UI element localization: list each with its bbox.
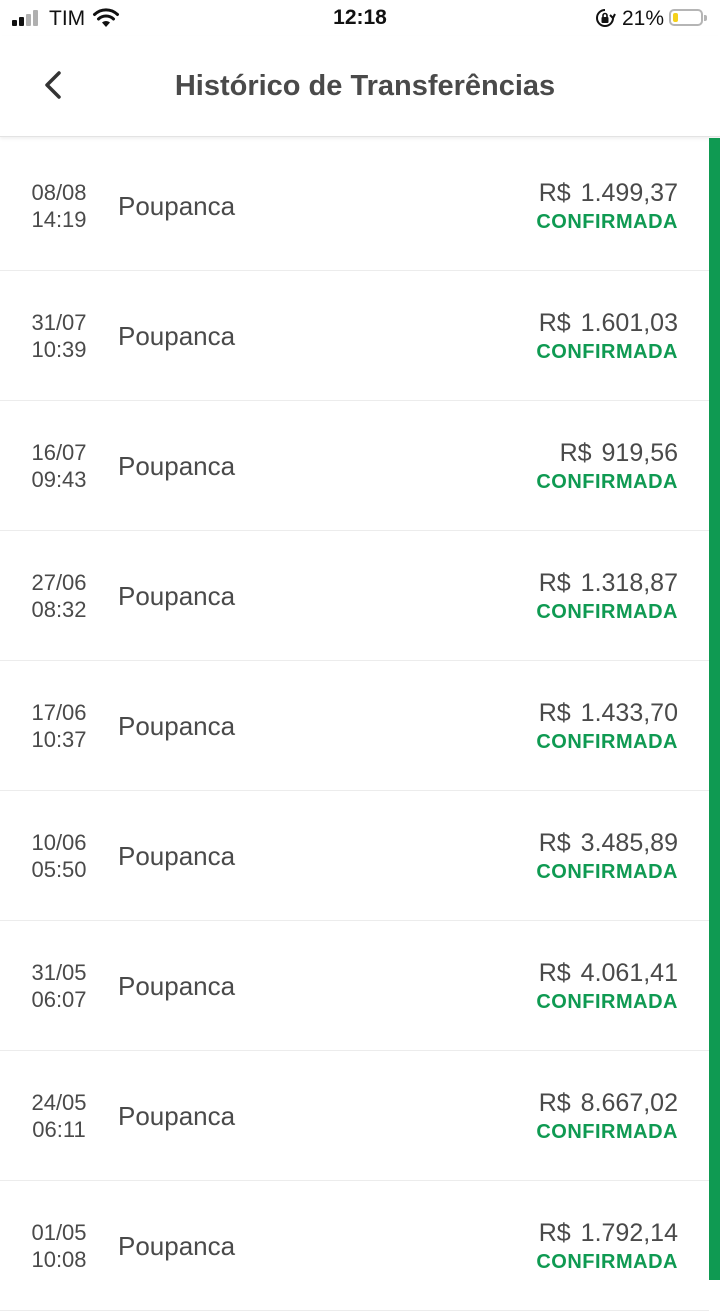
status-badge: CONFIRMADA [536, 991, 678, 1013]
currency-symbol: R$ [538, 1219, 571, 1247]
currency-symbol: R$ [538, 699, 571, 727]
status-badge: CONFIRMADA [536, 471, 678, 493]
transfer-date: 27/06 [31, 570, 87, 595]
status-badge: CONFIRMADA [536, 601, 678, 623]
transfer-date: 31/07 [31, 310, 87, 335]
amount-value: 3.485,89 [580, 829, 678, 857]
transfer-date: 10/06 [31, 830, 87, 855]
transfer-datetime: 27/06 08:32 [24, 569, 94, 623]
transfer-amount: R$ 1.601,03 [539, 309, 678, 338]
transfer-description: Poupanca [118, 1101, 236, 1131]
transfer-amount: R$ 1.792,14 [539, 1219, 678, 1248]
transfer-row[interactable]: 17/06 10:37 Poupanca R$ 1.433,70 CONFIRMADA [0, 661, 709, 791]
transfer-description: Poupanca [118, 971, 236, 1001]
transfer-date: 24/05 [31, 1090, 87, 1115]
amount-value: 1.601,03 [580, 309, 678, 337]
amount-value: 1.499,37 [580, 179, 678, 207]
scroll-indicator [709, 138, 720, 1280]
transfer-description: Poupanca [118, 321, 236, 351]
transfer-row[interactable]: 10/06 05:50 Poupanca R$ 3.485,89 CONFIRMADA [0, 791, 709, 921]
currency-symbol: R$ [538, 1089, 571, 1117]
status-bar: TIM 12:18 21% [0, 0, 720, 36]
transfer-row[interactable]: 24/05 06:11 Poupanca R$ 8.667,02 CONFIRMADA [0, 1051, 709, 1181]
transfer-row[interactable]: 27/06 08:32 Poupanca R$ 1.318,87 CONFIRMADA [0, 531, 709, 661]
currency-symbol: R$ [538, 309, 571, 337]
transfer-amount: R$ 1.318,87 [539, 569, 678, 598]
currency-symbol: R$ [538, 829, 571, 857]
transfer-time: 08:32 [31, 597, 87, 622]
transfer-datetime: 16/07 09:43 [24, 439, 94, 493]
status-badge: CONFIRMADA [536, 861, 678, 883]
transfer-amount: R$ 919,56 [560, 439, 678, 468]
transfer-description: Poupanca [118, 1231, 236, 1261]
battery-percentage: 21% [622, 7, 665, 30]
currency-symbol: R$ [538, 179, 571, 207]
amount-value: 1.792,14 [580, 1219, 678, 1247]
currency-symbol: R$ [538, 959, 571, 987]
transfer-datetime: 24/05 06:11 [24, 1089, 94, 1143]
transfer-time: 10:37 [31, 727, 87, 752]
status-badge: CONFIRMADA [536, 211, 678, 233]
transfer-datetime: 10/06 05:50 [24, 829, 94, 883]
transfer-date: 31/05 [31, 960, 87, 985]
transfer-datetime: 31/05 06:07 [24, 959, 94, 1013]
transfer-date: 16/07 [31, 440, 87, 465]
amount-value: 1.318,87 [580, 569, 678, 597]
page-title: Histórico de Transferências [174, 70, 556, 102]
transfer-description: Poupanca [118, 191, 236, 221]
status-badge: CONFIRMADA [536, 731, 678, 753]
transfer-time: 14:19 [31, 207, 87, 232]
transfer-date: 08/08 [31, 180, 87, 205]
app-header: Histórico de Transferências [0, 36, 720, 137]
transfer-description: Poupanca [118, 711, 236, 741]
transfer-amount: R$ 1.499,37 [539, 179, 678, 208]
battery-level-fill [673, 13, 678, 22]
transfer-time: 05:50 [31, 857, 87, 882]
status-badge: CONFIRMADA [536, 341, 678, 363]
transfer-datetime: 31/07 10:39 [24, 309, 94, 363]
amount-value: 8.667,02 [580, 1089, 678, 1117]
transfer-row[interactable]: 08/08 14:19 Poupanca R$ 1.499,37 CONFIRMADA [0, 141, 709, 271]
battery-icon [669, 9, 707, 26]
transfer-row[interactable]: 01/05 10:08 Poupanca R$ 1.792,14 CONFIRMADA [0, 1181, 709, 1311]
transfer-date: 01/05 [31, 1220, 87, 1245]
amount-value: 1.433,70 [580, 699, 678, 727]
transfer-time: 10:39 [31, 337, 87, 362]
amount-value: 919,56 [601, 439, 678, 467]
transfer-amount: R$ 3.485,89 [539, 829, 678, 858]
currency-symbol: R$ [559, 439, 592, 467]
amount-value: 4.061,41 [580, 959, 678, 987]
transfer-description: Poupanca [118, 451, 236, 481]
transfer-date: 17/06 [31, 700, 87, 725]
transfer-amount: R$ 4.061,41 [539, 959, 678, 988]
currency-symbol: R$ [538, 569, 571, 597]
transfer-row[interactable]: 31/05 06:07 Poupanca R$ 4.061,41 CONFIRMADA [0, 921, 709, 1051]
transfer-description: Poupanca [118, 581, 236, 611]
status-badge: CONFIRMADA [536, 1121, 678, 1143]
transfer-time: 09:43 [31, 467, 87, 492]
transfer-list: 08/08 14:19 Poupanca R$ 1.499,37 CONFIRMADA 31… [0, 141, 709, 1311]
transfer-datetime: 08/08 14:19 [24, 179, 94, 233]
transfer-amount: R$ 8.667,02 [539, 1089, 678, 1118]
transfer-time: 06:11 [32, 1117, 86, 1142]
orientation-lock-icon [594, 8, 616, 33]
status-badge: CONFIRMADA [536, 1251, 678, 1273]
transfer-row[interactable]: 16/07 09:43 Poupanca R$ 919,56 CONFIRMADA [0, 401, 709, 531]
transfer-datetime: 17/06 10:37 [24, 699, 94, 753]
transfer-time: 10:08 [31, 1247, 87, 1272]
transfer-amount: R$ 1.433,70 [539, 699, 678, 728]
transfer-row[interactable]: 31/07 10:39 Poupanca R$ 1.601,03 CONFIRMADA [0, 271, 709, 401]
transfer-description: Poupanca [118, 841, 236, 871]
transfer-time: 06:07 [31, 987, 87, 1012]
transfer-datetime: 01/05 10:08 [24, 1219, 94, 1273]
